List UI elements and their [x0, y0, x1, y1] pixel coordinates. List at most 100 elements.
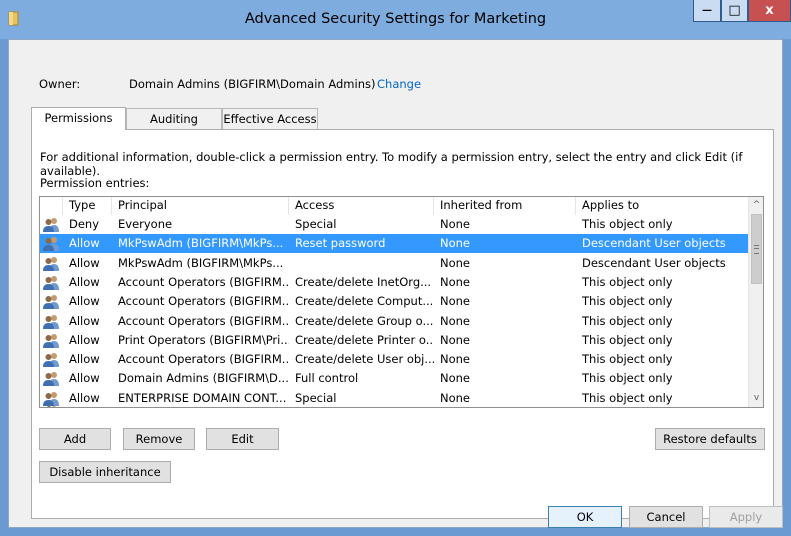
- cell-type: Allow: [69, 332, 100, 347]
- cell-applies-to: This object only: [582, 274, 673, 289]
- cell-inherited-from: None: [440, 371, 471, 386]
- users-group-icon: [43, 275, 59, 290]
- scrollbar-thumb[interactable]: [751, 214, 762, 284]
- permission-entries-list[interactable]: Type Principal Access Inherited from App…: [39, 196, 764, 408]
- cell-access: Create/delete User obj...: [295, 352, 434, 367]
- users-group-icon: [46, 406, 57, 407]
- restore-defaults-button[interactable]: Restore defaults: [655, 428, 765, 450]
- tab-auditing[interactable]: Auditing: [126, 108, 222, 129]
- cell-inherited-from: None: [440, 217, 471, 231]
- cell-principal: Account Operators (BIGFIRM...: [118, 274, 289, 289]
- users-group-icon: [43, 314, 59, 329]
- cell-inherited-from: None: [440, 255, 471, 270]
- cell-inherited-from: None: [440, 236, 471, 251]
- users-group-icon: [43, 256, 59, 271]
- users-group-icon: [43, 372, 59, 387]
- cell-principal: Domain Admins (BIGFIRM\D...: [118, 371, 289, 386]
- users-group-icon: [43, 353, 59, 368]
- grip-icon: [754, 245, 759, 254]
- close-button[interactable]: x: [748, 0, 791, 22]
- cell-inherited-from: None: [440, 332, 471, 347]
- cell-principal: Account Operators (BIGFIRM...: [118, 294, 289, 309]
- cell-applies-to: Descendant User objects: [582, 236, 726, 251]
- maximize-button[interactable]: □: [721, 0, 748, 22]
- cell-type: Allow: [69, 313, 100, 328]
- cancel-button[interactable]: Cancel: [629, 506, 703, 528]
- cell-principal: MkPswAdm (BIGFIRM\MkPs...: [118, 255, 284, 270]
- permission-entry-row[interactable]: Allow Account Operators (BIGFIRM... Create…: [40, 292, 748, 311]
- column-header-type[interactable]: Type: [63, 197, 112, 215]
- users-group-icon: [43, 237, 59, 252]
- users-group-icon: [43, 391, 59, 406]
- tab-effective-access[interactable]: Effective Access: [222, 108, 318, 129]
- users-group-icon: [43, 333, 59, 348]
- cell-inherited-from: None: [440, 274, 471, 289]
- permission-entry-row[interactable]: Allow Account Operators (BIGFIRM... Create…: [40, 273, 748, 292]
- dialog-client-area: Owner: Domain Admins (BIGFIRM\Domain Adm…: [8, 39, 783, 528]
- column-header-principal[interactable]: Principal: [112, 197, 289, 215]
- column-header-applies-to[interactable]: Applies to: [576, 197, 748, 215]
- minimize-button[interactable]: —: [693, 0, 721, 22]
- ok-button[interactable]: OK: [548, 506, 622, 528]
- cell-access: Create/delete InetOrg...: [295, 274, 432, 289]
- edit-button[interactable]: Edit: [206, 428, 279, 450]
- permission-entry-row[interactable]: Allow Print Operators (BIGFIRM\Pri... Crea…: [40, 331, 748, 350]
- cell-type: Allow: [69, 352, 100, 367]
- list-header: Type Principal Access Inherited from App…: [40, 197, 748, 215]
- apply-button[interactable]: Apply: [709, 506, 783, 528]
- cell-principal: MkPswAdm (BIGFIRM\MkPs...: [118, 236, 284, 251]
- cell-type: Allow: [69, 371, 100, 386]
- cell-access: Create/delete Printer o...: [295, 332, 434, 347]
- permission-entries-label: Permission entries:: [40, 176, 150, 190]
- permissions-panel: For additional information, double-click…: [31, 129, 774, 519]
- owner-label: Owner:: [39, 77, 81, 91]
- permission-entry-row[interactable]: Allow Account Operators (BIGFIRM... Create…: [40, 312, 748, 331]
- column-header-inherited-from[interactable]: Inherited from: [434, 197, 576, 215]
- scroll-down-icon[interactable]: v: [749, 390, 763, 407]
- add-button[interactable]: Add: [39, 428, 111, 450]
- users-group-icon: [43, 295, 59, 310]
- cell-access: Special: [295, 217, 337, 231]
- disable-inheritance-button[interactable]: Disable inheritance: [39, 461, 171, 483]
- remove-button[interactable]: Remove: [123, 428, 195, 450]
- permission-entry-row[interactable]: Allow MkPswAdm (BIGFIRM\MkPs... Reset pass…: [40, 234, 748, 254]
- scroll-up-icon[interactable]: ^: [749, 197, 763, 214]
- cell-type: Allow: [69, 255, 100, 270]
- cell-applies-to: This object only: [582, 217, 673, 231]
- window-title: Advanced Security Settings for Marketing: [244, 11, 547, 27]
- dialog-window: Advanced Security Settings for Marketing…: [0, 0, 791, 536]
- users-group-icon: [43, 218, 59, 232]
- cell-applies-to: This object only: [582, 352, 673, 367]
- cell-principal: Everyone: [118, 217, 173, 231]
- cell-access: [289, 254, 434, 273]
- cell-type: Allow: [69, 274, 100, 289]
- cell-applies-to: This object only: [582, 371, 673, 386]
- owner-value: Domain Admins (BIGFIRM\Domain Admins): [129, 77, 376, 91]
- vertical-scrollbar[interactable]: ^ v: [748, 197, 763, 407]
- cell-access: Full control: [295, 371, 359, 386]
- cell-applies-to: This object only: [582, 313, 673, 328]
- cell-applies-to: This object only: [582, 294, 673, 309]
- permission-entry-row[interactable]: Deny Everyone Special None This object only: [40, 215, 748, 234]
- header-icon-column: [40, 197, 63, 215]
- permission-entry-row[interactable]: Allow Account Operators (BIGFIRM... Create…: [40, 350, 748, 369]
- list-row-partial: [40, 405, 748, 407]
- minimize-icon: —: [702, 5, 712, 16]
- tab-permissions[interactable]: Permissions: [31, 107, 126, 130]
- cell-type: Allow: [69, 294, 100, 309]
- column-header-access[interactable]: Access: [289, 197, 434, 215]
- permission-entry-row[interactable]: Allow Domain Admins (BIGFIRM\D... Full con…: [40, 369, 748, 388]
- cell-type: Deny: [69, 217, 100, 231]
- cell-principal: Account Operators (BIGFIRM...: [118, 352, 289, 367]
- change-owner-link[interactable]: Change: [377, 77, 421, 91]
- cell-access: Reset password: [295, 236, 386, 251]
- cell-access: Create/delete Comput...: [295, 294, 434, 309]
- cell-inherited-from: None: [440, 313, 471, 328]
- permission-entry-row[interactable]: Allow MkPswAdm (BIGFIRM\MkPs... None Descen…: [40, 254, 748, 273]
- cell-inherited-from: None: [440, 352, 471, 367]
- permissions-info-text: For additional information, double-click…: [40, 150, 743, 178]
- title-bar[interactable]: Advanced Security Settings for Marketing…: [0, 0, 791, 39]
- cell-applies-to: Descendant User objects: [582, 255, 726, 270]
- cell-applies-to: This object only: [582, 332, 673, 347]
- cell-principal: Print Operators (BIGFIRM\Pri...: [118, 332, 289, 347]
